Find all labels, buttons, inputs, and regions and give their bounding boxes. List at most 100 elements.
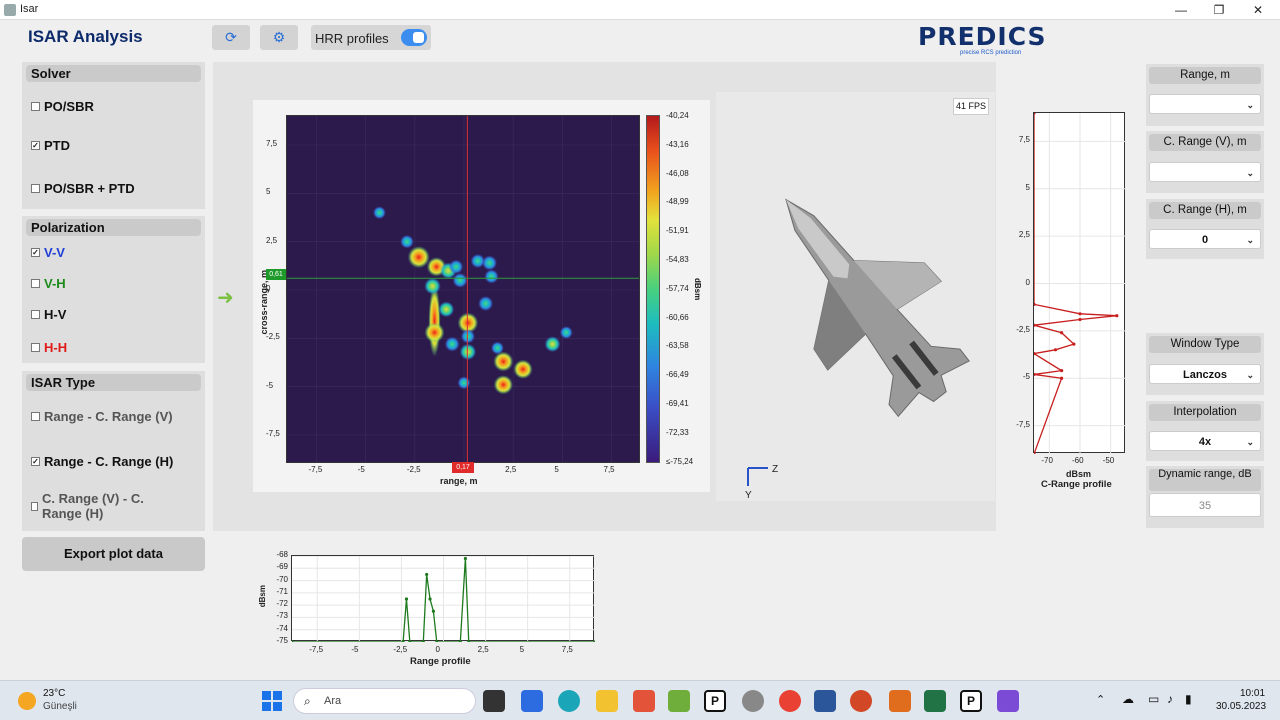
- word-icon[interactable]: [814, 690, 836, 712]
- range-unit: dBsm: [258, 585, 267, 608]
- store-icon[interactable]: [521, 690, 543, 712]
- isar-xtick: 5: [554, 465, 559, 474]
- solver-po-sbr-option[interactable]: PO/SBR: [31, 99, 94, 114]
- weather-condition: Güneşli: [43, 701, 77, 712]
- heatmap-scatterer: [400, 234, 414, 249]
- interpolation-group: Interpolation 4x ⌄: [1146, 401, 1264, 461]
- maximize-button[interactable]: ❐: [1199, 0, 1239, 20]
- crange-ytick: -2,5: [1016, 324, 1030, 334]
- isar-type-range-crange-v-option[interactable]: Range - C. Range (V): [31, 409, 173, 424]
- settings-button[interactable]: ⚙: [260, 25, 298, 50]
- windows-start-icon[interactable]: [261, 690, 283, 712]
- cloud-icon[interactable]: ☁: [1122, 692, 1134, 706]
- checkbox[interactable]: ✓: [31, 141, 40, 150]
- crange-point: [1060, 369, 1064, 373]
- hrr-profiles-toggle[interactable]: [401, 29, 427, 46]
- crange-point: [1032, 452, 1036, 456]
- checkbox[interactable]: [31, 412, 40, 421]
- polarization-hh-option[interactable]: H-H: [31, 340, 67, 355]
- crange-h-select[interactable]: 0 ⌄: [1149, 229, 1261, 249]
- checkbox[interactable]: ✓: [31, 248, 40, 257]
- crange-v-select[interactable]: ⌄: [1149, 162, 1261, 182]
- crange-xtick: -70: [1041, 456, 1053, 465]
- heatmap-scatterer: [459, 343, 477, 361]
- excel-icon[interactable]: [924, 690, 946, 712]
- chevron-up-icon[interactable]: ⌃: [1096, 693, 1105, 706]
- gear-icon: ⚙: [272, 29, 286, 45]
- crange-ytick: -7,5: [1016, 419, 1030, 429]
- range-point: [435, 640, 439, 644]
- powerpoint-icon[interactable]: [850, 690, 872, 712]
- refresh-button[interactable]: ⟳: [212, 25, 250, 50]
- heatmap-scatterer: [372, 206, 386, 220]
- network-icon[interactable]: ▭: [1148, 692, 1159, 706]
- isar-type-range-crange-h-option[interactable]: ✓ Range - C. Range (H): [31, 454, 173, 469]
- dynamic-range-input[interactable]: 35: [1149, 493, 1261, 517]
- polarization-vh-option[interactable]: V-H: [31, 276, 66, 291]
- task-view-icon[interactable]: [483, 690, 505, 712]
- polarization-hv-option[interactable]: H-V: [31, 307, 66, 322]
- isar-ytick: 0: [266, 284, 271, 293]
- crange-h-group: C. Range (H), m 0 ⌄: [1146, 199, 1264, 259]
- solver-po-sbr-ptd-option[interactable]: PO/SBR + PTD: [31, 181, 135, 196]
- isar-type-crange-v-crange-h-option[interactable]: C. Range (V) - C. Range (H): [31, 491, 161, 521]
- video-editor-icon[interactable]: [997, 690, 1019, 712]
- range-point: [463, 556, 467, 561]
- option-label: PO/SBR + PTD: [44, 181, 135, 196]
- refresh-icon: ⟳: [225, 29, 237, 45]
- solver-panel: Solver PO/SBR ✓ PTD PO/SBR + PTD: [22, 62, 205, 209]
- chevron-down-icon: ⌄: [1246, 437, 1254, 447]
- crange-v-label: C. Range (V), m: [1149, 134, 1261, 151]
- model-3d-view[interactable]: Z Y: [716, 92, 995, 501]
- checkbox[interactable]: [31, 502, 38, 511]
- checkbox[interactable]: ✓: [31, 457, 40, 466]
- crange-point: [1072, 342, 1076, 346]
- matlab-icon[interactable]: [889, 690, 911, 712]
- minimize-button[interactable]: —: [1161, 0, 1201, 20]
- range-point: [425, 572, 429, 577]
- taskbar-search[interactable]: ⌕ Ara: [293, 688, 476, 714]
- option-label: V-V: [44, 245, 65, 260]
- checkbox[interactable]: [31, 184, 40, 193]
- predics-active-icon[interactable]: P: [960, 690, 982, 712]
- paint-app-icon[interactable]: [668, 690, 690, 712]
- crange-ytick: 0: [1025, 277, 1030, 287]
- file-explorer-icon[interactable]: [596, 690, 618, 712]
- option-label: Range - C. Range (V): [44, 409, 173, 424]
- range-select[interactable]: ⌄: [1149, 94, 1261, 114]
- polarization-vv-option[interactable]: ✓ V-V: [31, 245, 65, 260]
- window-type-select[interactable]: Lanczos ⌄: [1149, 364, 1261, 384]
- battery-icon[interactable]: ▮: [1185, 692, 1192, 706]
- colorbar-tick: -60,66: [666, 312, 689, 322]
- isar-heatmap[interactable]: [286, 115, 640, 463]
- crange-v-group: C. Range (V), m ⌄: [1146, 131, 1264, 193]
- chevron-down-icon: ⌄: [1246, 370, 1254, 380]
- solver-ptd-option[interactable]: ✓ PTD: [31, 138, 70, 153]
- checkbox[interactable]: [31, 343, 40, 352]
- colorbar-tick: -48,99: [666, 197, 689, 207]
- heatmap-scatterer: [457, 376, 471, 390]
- predics-logo: PREDICS precise RCS prediction: [918, 22, 1047, 56]
- dynamic-range-group: Dynamic range, dB 35: [1146, 466, 1264, 528]
- heatmap-scatterer: [493, 375, 513, 395]
- git-icon[interactable]: [633, 690, 655, 712]
- volume-icon[interactable]: ♪: [1167, 692, 1173, 706]
- option-label: C. Range (V) - C. Range (H): [42, 491, 144, 521]
- interpolation-select[interactable]: 4x ⌄: [1149, 431, 1261, 451]
- app-icon: [4, 4, 16, 16]
- checkbox[interactable]: [31, 310, 40, 319]
- app-icon-generic[interactable]: [742, 690, 764, 712]
- predics-app-icon[interactable]: P: [704, 690, 726, 712]
- crange-xtick: -50: [1102, 456, 1115, 465]
- chrome-icon[interactable]: [779, 690, 801, 712]
- heatmap-scatterer: [460, 329, 476, 344]
- checkbox[interactable]: [31, 102, 40, 111]
- colorbar-tick: -57,74: [666, 283, 689, 293]
- close-button[interactable]: ✕: [1238, 0, 1278, 20]
- heatmap-scatterer: [559, 326, 573, 339]
- range-point: [408, 640, 412, 644]
- heatmap-scatterer: [482, 255, 498, 271]
- edge-browser-icon[interactable]: [558, 690, 580, 712]
- checkbox[interactable]: [31, 279, 40, 288]
- export-plot-data-button[interactable]: Export plot data: [22, 537, 205, 571]
